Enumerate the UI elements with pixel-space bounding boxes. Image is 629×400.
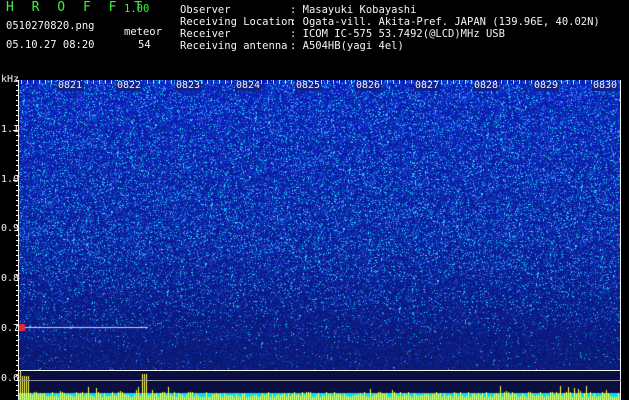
- freq-tick-label: 0.8: [1, 273, 20, 284]
- timestamp: 05.10.27 08:20: [6, 39, 95, 51]
- meteor-count: 54: [138, 39, 151, 51]
- info-key-location: Receiving Location: [180, 16, 294, 28]
- time-tick-label: 0828: [473, 80, 500, 91]
- time-tick-label: 0823: [175, 80, 202, 91]
- app-version: 1.00: [124, 3, 150, 15]
- info-value-receiver: : ICOM IC-575 53.7492(@LCD)MHz USB: [290, 28, 505, 40]
- time-tick-label: 0822: [116, 80, 143, 91]
- freq-tick-label: 0.9: [1, 223, 20, 234]
- info-value-location: : Ogata-vill. Akita-Pref. JAPAN (139.96E…: [290, 16, 600, 28]
- info-key-observer: Observer: [180, 4, 231, 16]
- info-value-observer: : Masayuki Kobayashi: [290, 4, 417, 16]
- freq-tick-label: 0.7: [1, 323, 20, 334]
- time-tick-label: 0824: [235, 80, 262, 91]
- spectrogram-noise: [18, 80, 620, 370]
- time-tick-label: 0825: [295, 80, 322, 91]
- spectrogram-plot: [18, 80, 620, 370]
- file-name: 0510270820.png: [6, 20, 95, 32]
- spectrum-bars: [18, 371, 620, 400]
- info-key-antenna: Receiving antenna: [180, 40, 288, 52]
- time-tick-label: 0827: [414, 80, 441, 91]
- hroft-display: H R O F F T 1.00 0510270820.png 05.10.27…: [0, 0, 629, 400]
- meteor-label: meteor: [124, 26, 162, 38]
- freq-tick-label: 1.0: [1, 174, 20, 185]
- info-key-receiver: Receiver: [180, 28, 231, 40]
- freq-tick-label: 1.1: [1, 124, 20, 135]
- time-tick-label: 0830: [592, 80, 619, 91]
- time-tick-label: 0829: [533, 80, 560, 91]
- spectrum-strip: [18, 371, 620, 400]
- time-tick-label: 0826: [355, 80, 382, 91]
- axis-unit-label: kHz: [1, 74, 20, 85]
- info-value-antenna: : A504HB(yagi 4el): [290, 40, 404, 52]
- time-tick-label: 0821: [57, 80, 84, 91]
- freq-tick-label: 0.6: [1, 373, 20, 384]
